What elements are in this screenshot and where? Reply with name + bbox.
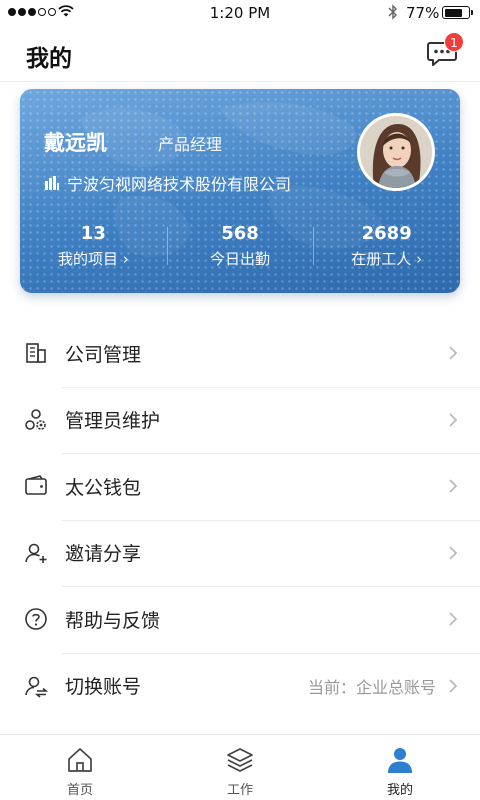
building-icon <box>45 176 59 190</box>
tab-mine[interactable]: 我的 <box>320 735 480 800</box>
building-icon <box>26 343 46 364</box>
admin-gear-icon <box>25 408 46 430</box>
stat-value: 13 <box>80 223 106 244</box>
chevron-right-icon <box>449 413 458 427</box>
message-badge: 1 <box>444 32 464 52</box>
status-bar: 1:20 PM 77% <box>0 0 480 26</box>
stat-projects[interactable]: 13 我的项目 › <box>20 217 167 273</box>
chevron-right-icon <box>449 346 458 360</box>
menu-item-admin-maintenance[interactable]: 管理员维护 <box>0 386 480 454</box>
chevron-right-icon <box>449 479 458 493</box>
stat-label: 我的项目 <box>57 250 118 268</box>
company-row: 宁波匀视网络技术股份有限公司 <box>44 171 291 195</box>
stat-workers[interactable]: 2689 在册工人 › <box>313 217 460 273</box>
tab-work[interactable]: 工作 <box>160 735 320 800</box>
menu-label: 切换账号 <box>65 676 142 699</box>
company-name: 宁波匀视网络技术股份有限公司 <box>67 175 292 194</box>
bluetooth-icon <box>388 4 397 20</box>
user-icon <box>388 748 412 773</box>
profile-card[interactable]: 戴远凯 产品经理 宁波匀视网络技术股份有限公司 13 我的项目 › 568 今日… <box>20 89 460 293</box>
avatar[interactable] <box>357 113 435 191</box>
invite-user-icon <box>25 543 47 563</box>
settings-menu: 公司管理 管理员维护 太公钱包 邀请分享 帮助与反馈 切换账号 当前：企业总账号 <box>0 320 480 719</box>
tab-label: 工作 <box>226 783 253 798</box>
home-icon <box>68 748 92 772</box>
layers-icon <box>227 748 253 772</box>
menu-label: 太公钱包 <box>65 476 142 499</box>
stat-label-wrap: 我的项目 › <box>20 248 167 269</box>
chevron-right-icon: › <box>117 250 129 268</box>
stat-label: 在册工人 <box>351 250 412 268</box>
stat-value: 568 <box>221 223 259 244</box>
stat-attendance: 568 今日出勤 <box>166 217 314 273</box>
battery-fill <box>444 8 463 17</box>
menu-item-company-management[interactable]: 公司管理 <box>0 320 480 387</box>
page-header: 我的 1 <box>0 26 480 82</box>
avatar-portrait <box>360 116 432 188</box>
user-role: 产品经理 <box>158 135 223 154</box>
menu-label: 邀请分享 <box>65 543 142 566</box>
stat-label-wrap: 在册工人 › <box>313 248 460 269</box>
switch-account-icon <box>25 676 48 698</box>
help-icon <box>25 608 47 631</box>
menu-item-switch-account[interactable]: 切换账号 当前：企业总账号 <box>0 652 480 720</box>
tab-home[interactable]: 首页 <box>0 735 160 800</box>
menu-item-help-feedback[interactable]: 帮助与反馈 <box>0 586 480 653</box>
chevron-right-icon <box>449 546 458 560</box>
menu-label: 帮助与反馈 <box>65 609 161 632</box>
wallet-icon <box>25 475 47 496</box>
bottom-tab-bar: 首页 工作 我的 <box>0 734 480 800</box>
menu-label: 管理员维护 <box>65 410 161 433</box>
menu-item-wallet[interactable]: 太公钱包 <box>0 453 480 520</box>
chevron-right-icon <box>449 612 458 626</box>
tab-label: 首页 <box>66 783 93 798</box>
page-title: 我的 <box>26 46 72 72</box>
user-name: 戴远凯 <box>44 131 107 155</box>
current-account-value: 当前：企业总账号 <box>307 677 436 697</box>
stats-row: 13 我的项目 › 568 今日出勤 2689 在册工人 › <box>20 217 460 273</box>
battery-tip <box>471 10 473 15</box>
tab-label: 我的 <box>386 783 413 798</box>
stat-value: 2689 <box>361 223 412 244</box>
stat-label: 今日出勤 <box>210 250 271 268</box>
menu-label: 公司管理 <box>65 343 142 366</box>
battery-percent: 77% <box>406 4 440 22</box>
chevron-right-icon <box>449 679 458 693</box>
battery-icon <box>442 6 470 19</box>
chevron-right-icon: › <box>411 250 423 268</box>
menu-item-invite-share[interactable]: 邀请分享 <box>0 519 480 587</box>
